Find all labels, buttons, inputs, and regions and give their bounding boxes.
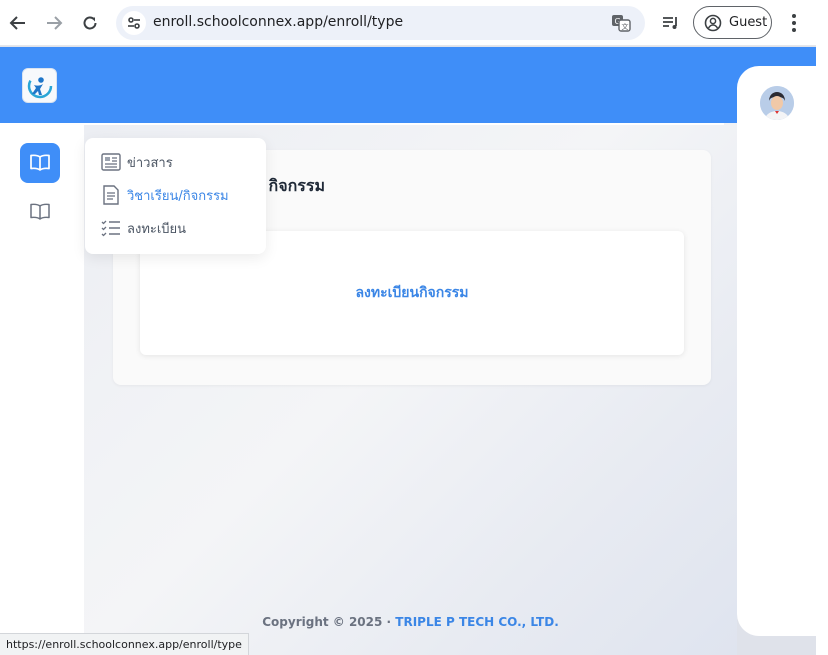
left-sidebar bbox=[0, 123, 84, 655]
menu-item-label: ข่าวสาร bbox=[127, 155, 173, 171]
newspaper-icon bbox=[101, 152, 121, 172]
right-panel bbox=[737, 66, 816, 636]
menu-item-label: วิชาเรียน/กิจกรรม bbox=[127, 188, 229, 204]
menu-item-label: ลงทะเบียน bbox=[127, 221, 187, 237]
checklist-icon bbox=[101, 218, 121, 238]
browser-toolbar: enroll.schoolconnex.app/enroll/type G文 G… bbox=[0, 0, 816, 46]
status-bar-url: https://enroll.schoolconnex.app/enroll/t… bbox=[0, 633, 249, 655]
document-icon bbox=[101, 185, 121, 205]
svg-text:文: 文 bbox=[622, 22, 629, 31]
sidebar-item-secondary[interactable] bbox=[20, 192, 60, 232]
menu-item-register[interactable]: ลงทะเบียน bbox=[101, 217, 186, 239]
copyright-text: Copyright © 2025 · bbox=[262, 615, 396, 629]
book-open-icon bbox=[30, 154, 50, 171]
back-icon[interactable] bbox=[6, 11, 30, 35]
profile-label: Guest bbox=[729, 15, 768, 30]
book-open-icon bbox=[30, 203, 50, 220]
window-edge bbox=[816, 0, 828, 655]
avatar[interactable] bbox=[760, 86, 794, 120]
app-logo[interactable] bbox=[22, 68, 57, 103]
more-menu-icon[interactable] bbox=[785, 12, 803, 34]
nav-dropdown-menu: ข่าวสาร วิชาเรียน/กิจกรรม ลงทะเบียน bbox=[85, 138, 266, 254]
media-control-icon[interactable] bbox=[660, 12, 682, 34]
forward-icon[interactable] bbox=[42, 11, 66, 35]
profile-icon bbox=[704, 14, 722, 31]
url-text[interactable]: enroll.schoolconnex.app/enroll/type bbox=[153, 14, 403, 30]
register-activity-link[interactable]: ลงทะเบียนกิจกรรม bbox=[355, 282, 468, 304]
menu-item-courses-activities[interactable]: วิชาเรียน/กิจกรรม bbox=[101, 184, 229, 206]
company-link[interactable]: TRIPLE P TECH CO., LTD. bbox=[395, 615, 559, 629]
divider bbox=[84, 123, 724, 125]
site-settings-icon[interactable] bbox=[122, 11, 146, 35]
profile-button[interactable]: Guest bbox=[693, 6, 772, 39]
app-header bbox=[0, 47, 816, 123]
menu-item-news[interactable]: ข่าวสาร bbox=[101, 151, 173, 173]
reload-icon[interactable] bbox=[78, 11, 102, 35]
address-bar[interactable]: enroll.schoolconnex.app/enroll/type G文 bbox=[116, 6, 645, 40]
footer: Copyright © 2025 · TRIPLE P TECH CO., LT… bbox=[84, 615, 737, 629]
translate-icon[interactable]: G文 bbox=[611, 14, 631, 32]
sidebar-item-courses[interactable] bbox=[20, 143, 60, 183]
